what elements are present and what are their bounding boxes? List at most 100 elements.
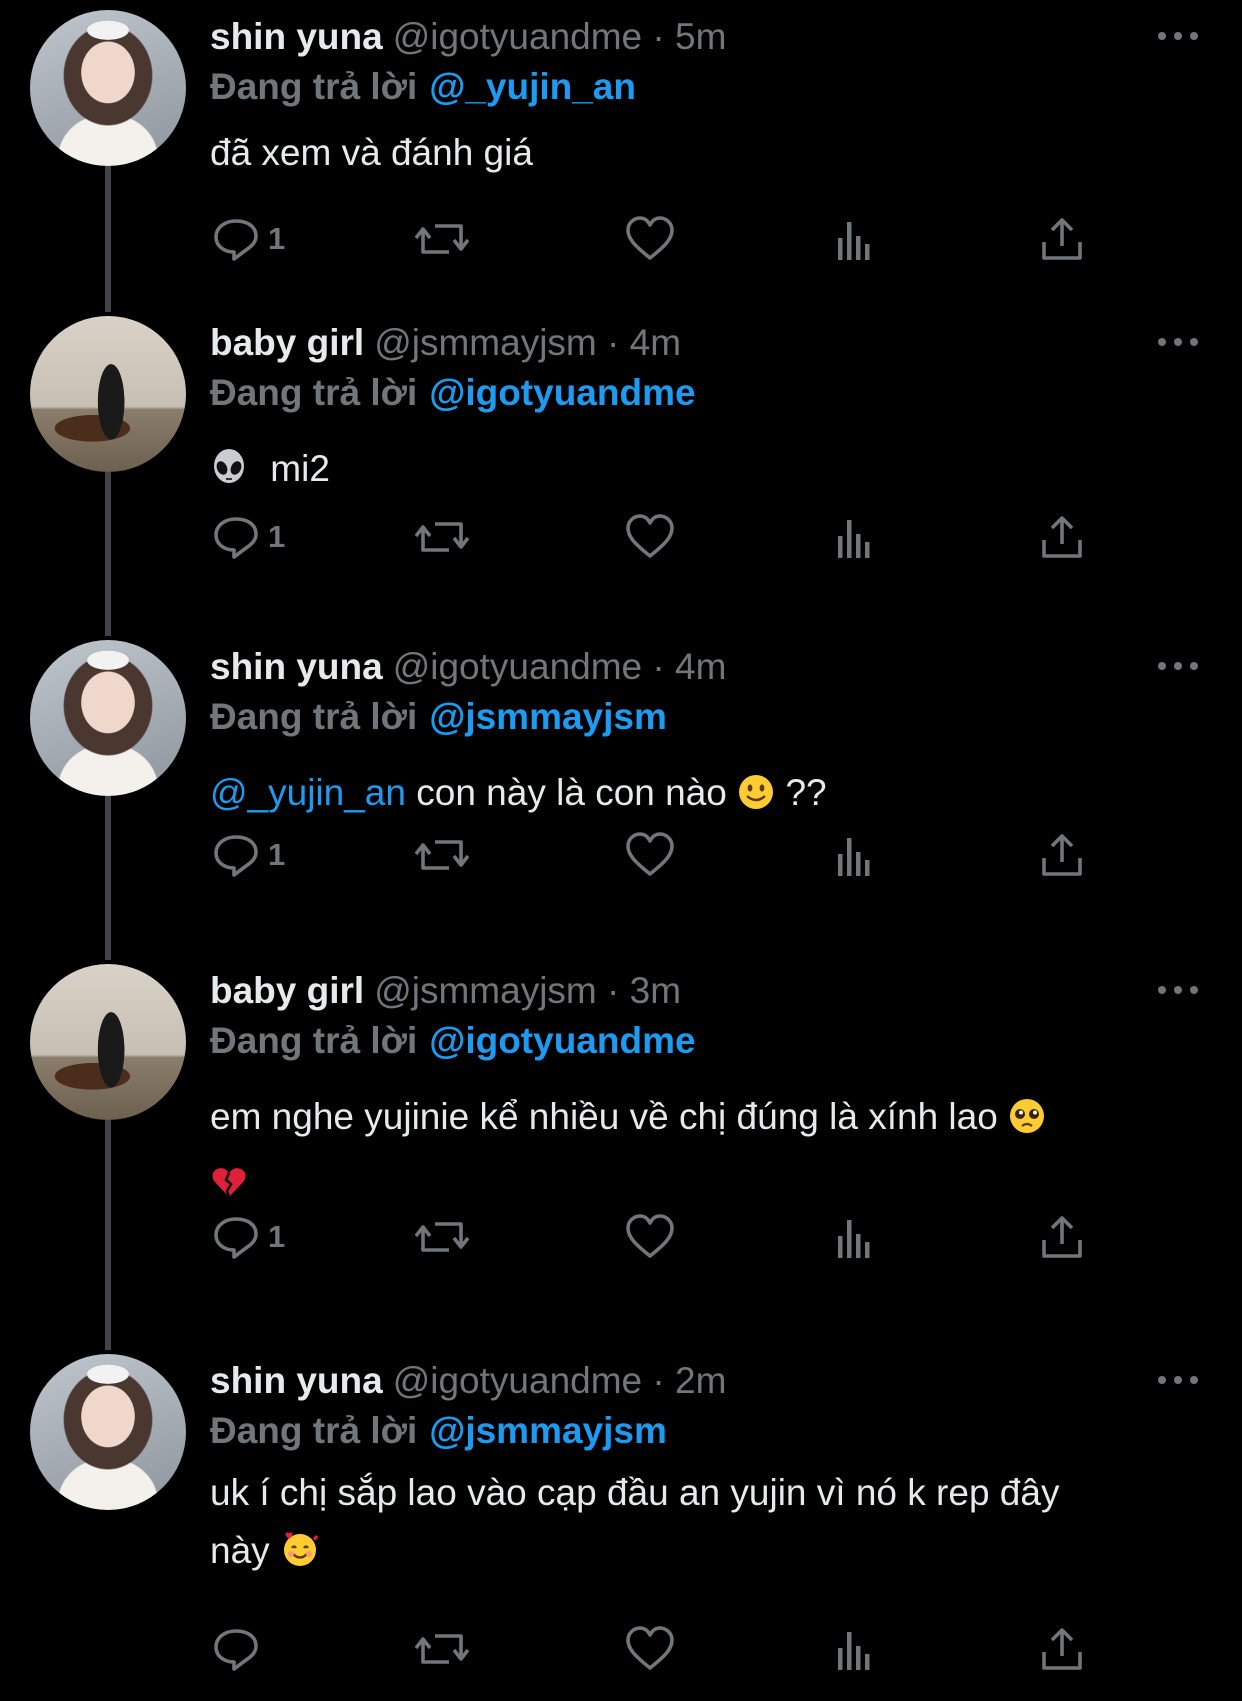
more-icon[interactable] (1158, 28, 1198, 44)
handle-timestamp[interactable]: @igotyuandme · 4m (393, 646, 727, 687)
display-name[interactable]: baby girl (210, 322, 364, 363)
retweet-icon (415, 1214, 469, 1260)
retweet-icon (415, 1626, 469, 1672)
tweet-actions (0, 1624, 1242, 1674)
reply-icon (212, 514, 260, 560)
tweet[interactable]: shin yuna @igotyuandme · 4m Đang trả lời @… (0, 630, 1242, 954)
reply-count: 1 (268, 221, 286, 256)
tweet-actions: 1 (0, 830, 1242, 880)
share-icon (1040, 514, 1084, 560)
reply-button[interactable]: 1 (212, 830, 285, 880)
share-button[interactable] (1040, 1624, 1084, 1674)
replying-to-mention[interactable]: @igotyuandme (429, 1020, 695, 1061)
views-button[interactable] (836, 830, 876, 880)
more-icon[interactable] (1158, 982, 1198, 998)
share-button[interactable] (1040, 1212, 1084, 1262)
reply-button[interactable]: 1 (212, 512, 285, 562)
retweet-button[interactable] (415, 214, 469, 264)
views-button[interactable] (836, 1624, 876, 1674)
views-button[interactable] (836, 214, 876, 264)
display-name[interactable]: shin yuna (210, 1360, 383, 1401)
tweet[interactable]: shin yuna @igotyuandme · 2m Đang trả lời @… (0, 1344, 1242, 1701)
replying-to-mention[interactable]: @jsmmayjsm (429, 1410, 667, 1451)
like-icon (625, 216, 675, 262)
share-button[interactable] (1040, 214, 1084, 264)
conversation-thread: shin yuna @igotyuandme · 5m Đang trả lời @… (0, 0, 1242, 1701)
views-button[interactable] (836, 512, 876, 562)
avatar[interactable] (30, 316, 186, 472)
display-name[interactable]: shin yuna (210, 646, 383, 687)
like-icon (625, 832, 675, 878)
replying-to-mention[interactable]: @igotyuandme (429, 372, 695, 413)
replying-to-label: Đang trả lời (210, 66, 418, 107)
like-button[interactable] (625, 1624, 675, 1674)
tweet[interactable]: baby girl @jsmmayjsm · 4m Đang trả lời @ig… (0, 306, 1242, 630)
replying-to: Đang trả lời @_yujin_an (210, 64, 636, 110)
tweet-header: baby girl @jsmmayjsm · 4m (210, 320, 681, 366)
tweet-text: đã xem và đánh giá (210, 124, 1210, 182)
tweet[interactable]: shin yuna @igotyuandme · 5m Đang trả lời @… (0, 0, 1242, 306)
retweet-button[interactable] (415, 512, 469, 562)
reply-button[interactable]: 1 (212, 214, 285, 264)
share-icon (1040, 216, 1084, 262)
more-icon[interactable] (1158, 1372, 1198, 1388)
replying-to: Đang trả lời @jsmmayjsm (210, 1408, 667, 1454)
reply-button[interactable] (212, 1624, 268, 1674)
like-button[interactable] (625, 1212, 675, 1262)
reply-count: 1 (268, 837, 286, 872)
views-button[interactable] (836, 1212, 876, 1262)
replying-to-label: Đang trả lời (210, 1020, 418, 1061)
handle-timestamp[interactable]: @igotyuandme · 5m (393, 16, 727, 57)
reply-icon (212, 1626, 260, 1672)
tweet-text-end: ?? (785, 772, 827, 813)
avatar[interactable] (30, 964, 186, 1120)
avatar[interactable] (30, 10, 186, 166)
like-button[interactable] (625, 830, 675, 880)
tweet-header: shin yuna @igotyuandme · 2m (210, 1358, 726, 1404)
share-button[interactable] (1040, 830, 1084, 880)
like-button[interactable] (625, 512, 675, 562)
replying-to-mention[interactable]: @_yujin_an (429, 66, 636, 107)
tweet[interactable]: baby girl @jsmmayjsm · 3m Đang trả lời @ig… (0, 954, 1242, 1344)
more-icon[interactable] (1158, 334, 1198, 350)
retweet-icon (415, 514, 469, 560)
avatar[interactable] (30, 640, 186, 796)
tweet-text-content: đã xem và đánh giá (210, 132, 533, 173)
like-button[interactable] (625, 214, 675, 264)
retweet-button[interactable] (415, 830, 469, 880)
reply-button[interactable]: 1 (212, 1212, 285, 1262)
replying-to-mention[interactable]: @jsmmayjsm (429, 696, 667, 737)
reply-count: 1 (268, 1219, 286, 1254)
handle-timestamp[interactable]: @igotyuandme · 2m (393, 1360, 727, 1401)
tweet-actions: 1 (0, 1212, 1242, 1262)
replying-to-label: Đang trả lời (210, 372, 418, 413)
like-icon (625, 1214, 675, 1260)
views-icon (836, 216, 876, 262)
pleading-face-emoji-icon (1008, 1094, 1046, 1152)
reply-count: 1 (268, 519, 286, 554)
tweet-header: shin yuna @igotyuandme · 5m (210, 14, 726, 60)
replying-to: Đang trả lời @igotyuandme (210, 1018, 696, 1064)
tweet-text: em nghe yujinie kể nhiều về chị đúng là … (210, 1088, 1210, 1218)
display-name[interactable]: baby girl (210, 970, 364, 1011)
tweet-text-content: con này là con nào (416, 772, 727, 813)
alien-emoji-icon (210, 446, 248, 504)
handle-timestamp[interactable]: @jsmmayjsm · 4m (374, 322, 681, 363)
views-icon (836, 1626, 876, 1672)
share-icon (1040, 832, 1084, 878)
like-icon (625, 1626, 675, 1672)
display-name[interactable]: shin yuna (210, 16, 383, 57)
views-icon (836, 1214, 876, 1260)
reply-icon (212, 832, 260, 878)
mention-link[interactable]: @_yujin_an (210, 772, 406, 813)
share-icon (1040, 1626, 1084, 1672)
handle-timestamp[interactable]: @jsmmayjsm · 3m (374, 970, 681, 1011)
share-button[interactable] (1040, 512, 1084, 562)
reply-icon (212, 216, 260, 262)
retweet-button[interactable] (415, 1212, 469, 1262)
tweet-text: @_yujin_an con này là con nào ?? (210, 764, 1210, 828)
more-icon[interactable] (1158, 658, 1198, 674)
retweet-button[interactable] (415, 1624, 469, 1674)
broken-heart-emoji-icon (210, 1160, 248, 1218)
avatar[interactable] (30, 1354, 186, 1510)
